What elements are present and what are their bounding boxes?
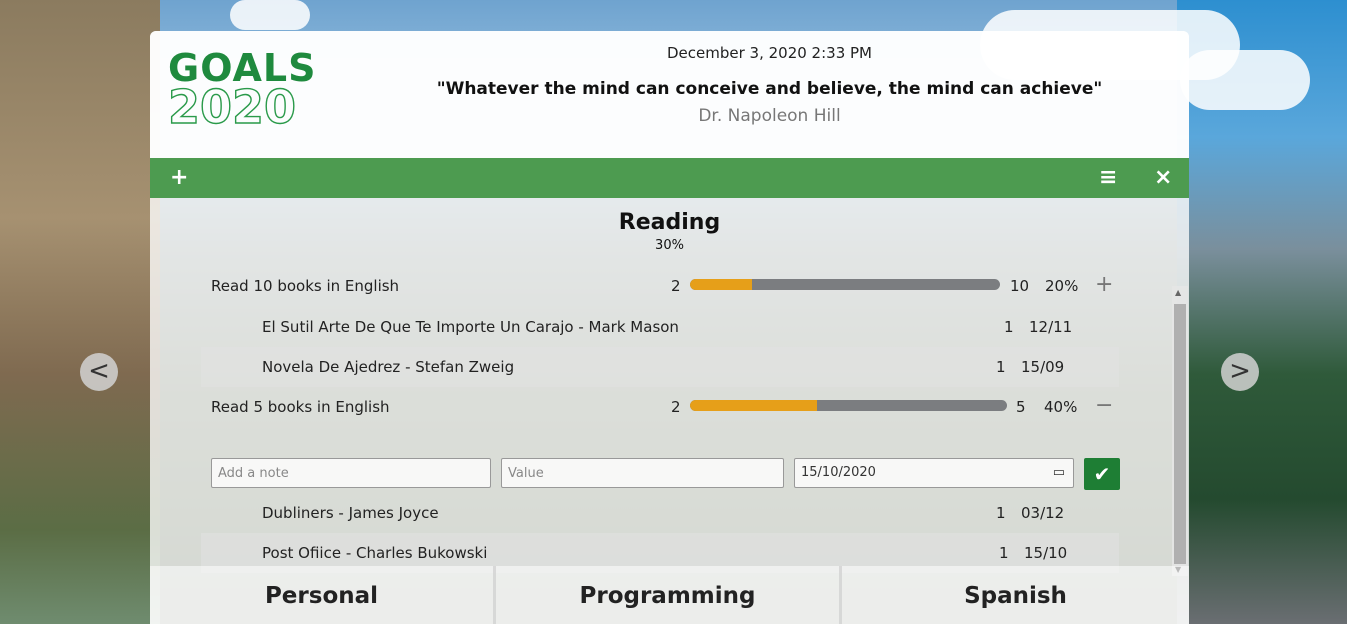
goal-percent: 30% <box>655 238 684 253</box>
entry-date: 15/09 <box>1021 358 1065 376</box>
entry-date: 12/11 <box>1029 318 1073 336</box>
quote-author: Dr. Napoleon Hill <box>698 106 841 126</box>
scroll-thumb[interactable] <box>1174 304 1186 564</box>
entry-row[interactable]: Dubliners - James Joyce 1 03/12 <box>201 493 1119 533</box>
entry-title: El Sutil Arte De Que Te Importe Un Caraj… <box>262 318 679 336</box>
entry-row[interactable]: Novela De Ajedrez - Stefan Zweig 1 15/09 <box>201 347 1119 387</box>
datetime: December 3, 2020 2:33 PM <box>666 44 872 62</box>
prev-goal-button[interactable]: < <box>80 353 118 391</box>
goal-content: Reading 30% Read 10 books in English 2 1… <box>150 198 1189 576</box>
subgoal-label: Read 5 books in English <box>211 398 390 416</box>
entry-date: 15/10 <box>1024 544 1068 562</box>
add-goal-icon[interactable]: + <box>170 165 188 191</box>
entry-value: 1 <box>1004 318 1014 336</box>
entry-title: Post Ofiice - Charles Bukowski <box>262 544 488 562</box>
entry-value: 1 <box>996 504 1006 522</box>
entry-title: Dubliners - James Joyce <box>262 504 439 522</box>
value-input[interactable] <box>501 458 784 488</box>
goal-title: Reading <box>618 210 721 235</box>
progress-fill <box>690 400 817 411</box>
date-value: 15/10/2020 <box>801 465 876 480</box>
goal-toolbar: + ≡ × <box>150 158 1189 198</box>
entry-title: Novela De Ajedrez - Stefan Zweig <box>262 358 515 376</box>
goal-tabs: Personal Programming Spanish <box>150 566 1189 624</box>
calendar-icon[interactable]: ▭ <box>1053 459 1065 487</box>
cloud <box>1180 50 1310 110</box>
menu-icon[interactable]: ≡ <box>1099 165 1117 191</box>
entry-row[interactable]: El Sutil Arte De Que Te Importe Un Caraj… <box>201 307 1119 347</box>
tab-programming[interactable]: Programming <box>496 566 842 624</box>
add-entry-icon[interactable]: + <box>1095 274 1113 296</box>
header: GOALS 2020 December 3, 2020 2:33 PM "Wha… <box>150 31 1189 158</box>
entry-date: 03/12 <box>1021 504 1065 522</box>
entry-value: 1 <box>999 544 1009 562</box>
progress-fill <box>690 279 752 290</box>
progress-bar <box>690 279 1000 290</box>
scroll-up-icon[interactable]: ▲ <box>1175 288 1181 297</box>
subgoal-current: 2 <box>671 277 681 295</box>
tab-personal[interactable]: Personal <box>150 566 496 624</box>
scrollbar[interactable]: ▲ ▼ <box>1172 286 1188 576</box>
tab-spanish[interactable]: Spanish <box>842 566 1189 624</box>
background-left <box>0 0 160 624</box>
quote: "Whatever the mind can conceive and beli… <box>436 79 1103 99</box>
collapse-icon[interactable]: − <box>1095 395 1113 417</box>
progress-bar <box>690 400 1007 411</box>
next-goal-button[interactable]: > <box>1221 353 1259 391</box>
subgoal-percent: 20% <box>1045 277 1079 295</box>
subgoal-row: Read 10 books in English 2 10 20% + <box>201 266 1119 306</box>
cloud <box>230 0 310 30</box>
goals-panel: GOALS 2020 December 3, 2020 2:33 PM "Wha… <box>150 31 1189 624</box>
subgoal-row: Read 5 books in English 2 5 40% − <box>201 387 1119 427</box>
subgoal-target: 5 <box>1016 398 1026 416</box>
subgoal-percent: 40% <box>1044 398 1078 416</box>
subgoal-label: Read 10 books in English <box>211 277 400 295</box>
entry-value: 1 <box>996 358 1006 376</box>
close-icon[interactable]: × <box>1154 165 1172 191</box>
note-input[interactable] <box>211 458 491 488</box>
submit-entry-button[interactable]: ✔ <box>1084 458 1120 490</box>
date-input[interactable]: 15/10/2020 ▭ <box>794 458 1074 488</box>
subgoal-current: 2 <box>671 398 681 416</box>
subgoal-target: 10 <box>1010 277 1030 295</box>
